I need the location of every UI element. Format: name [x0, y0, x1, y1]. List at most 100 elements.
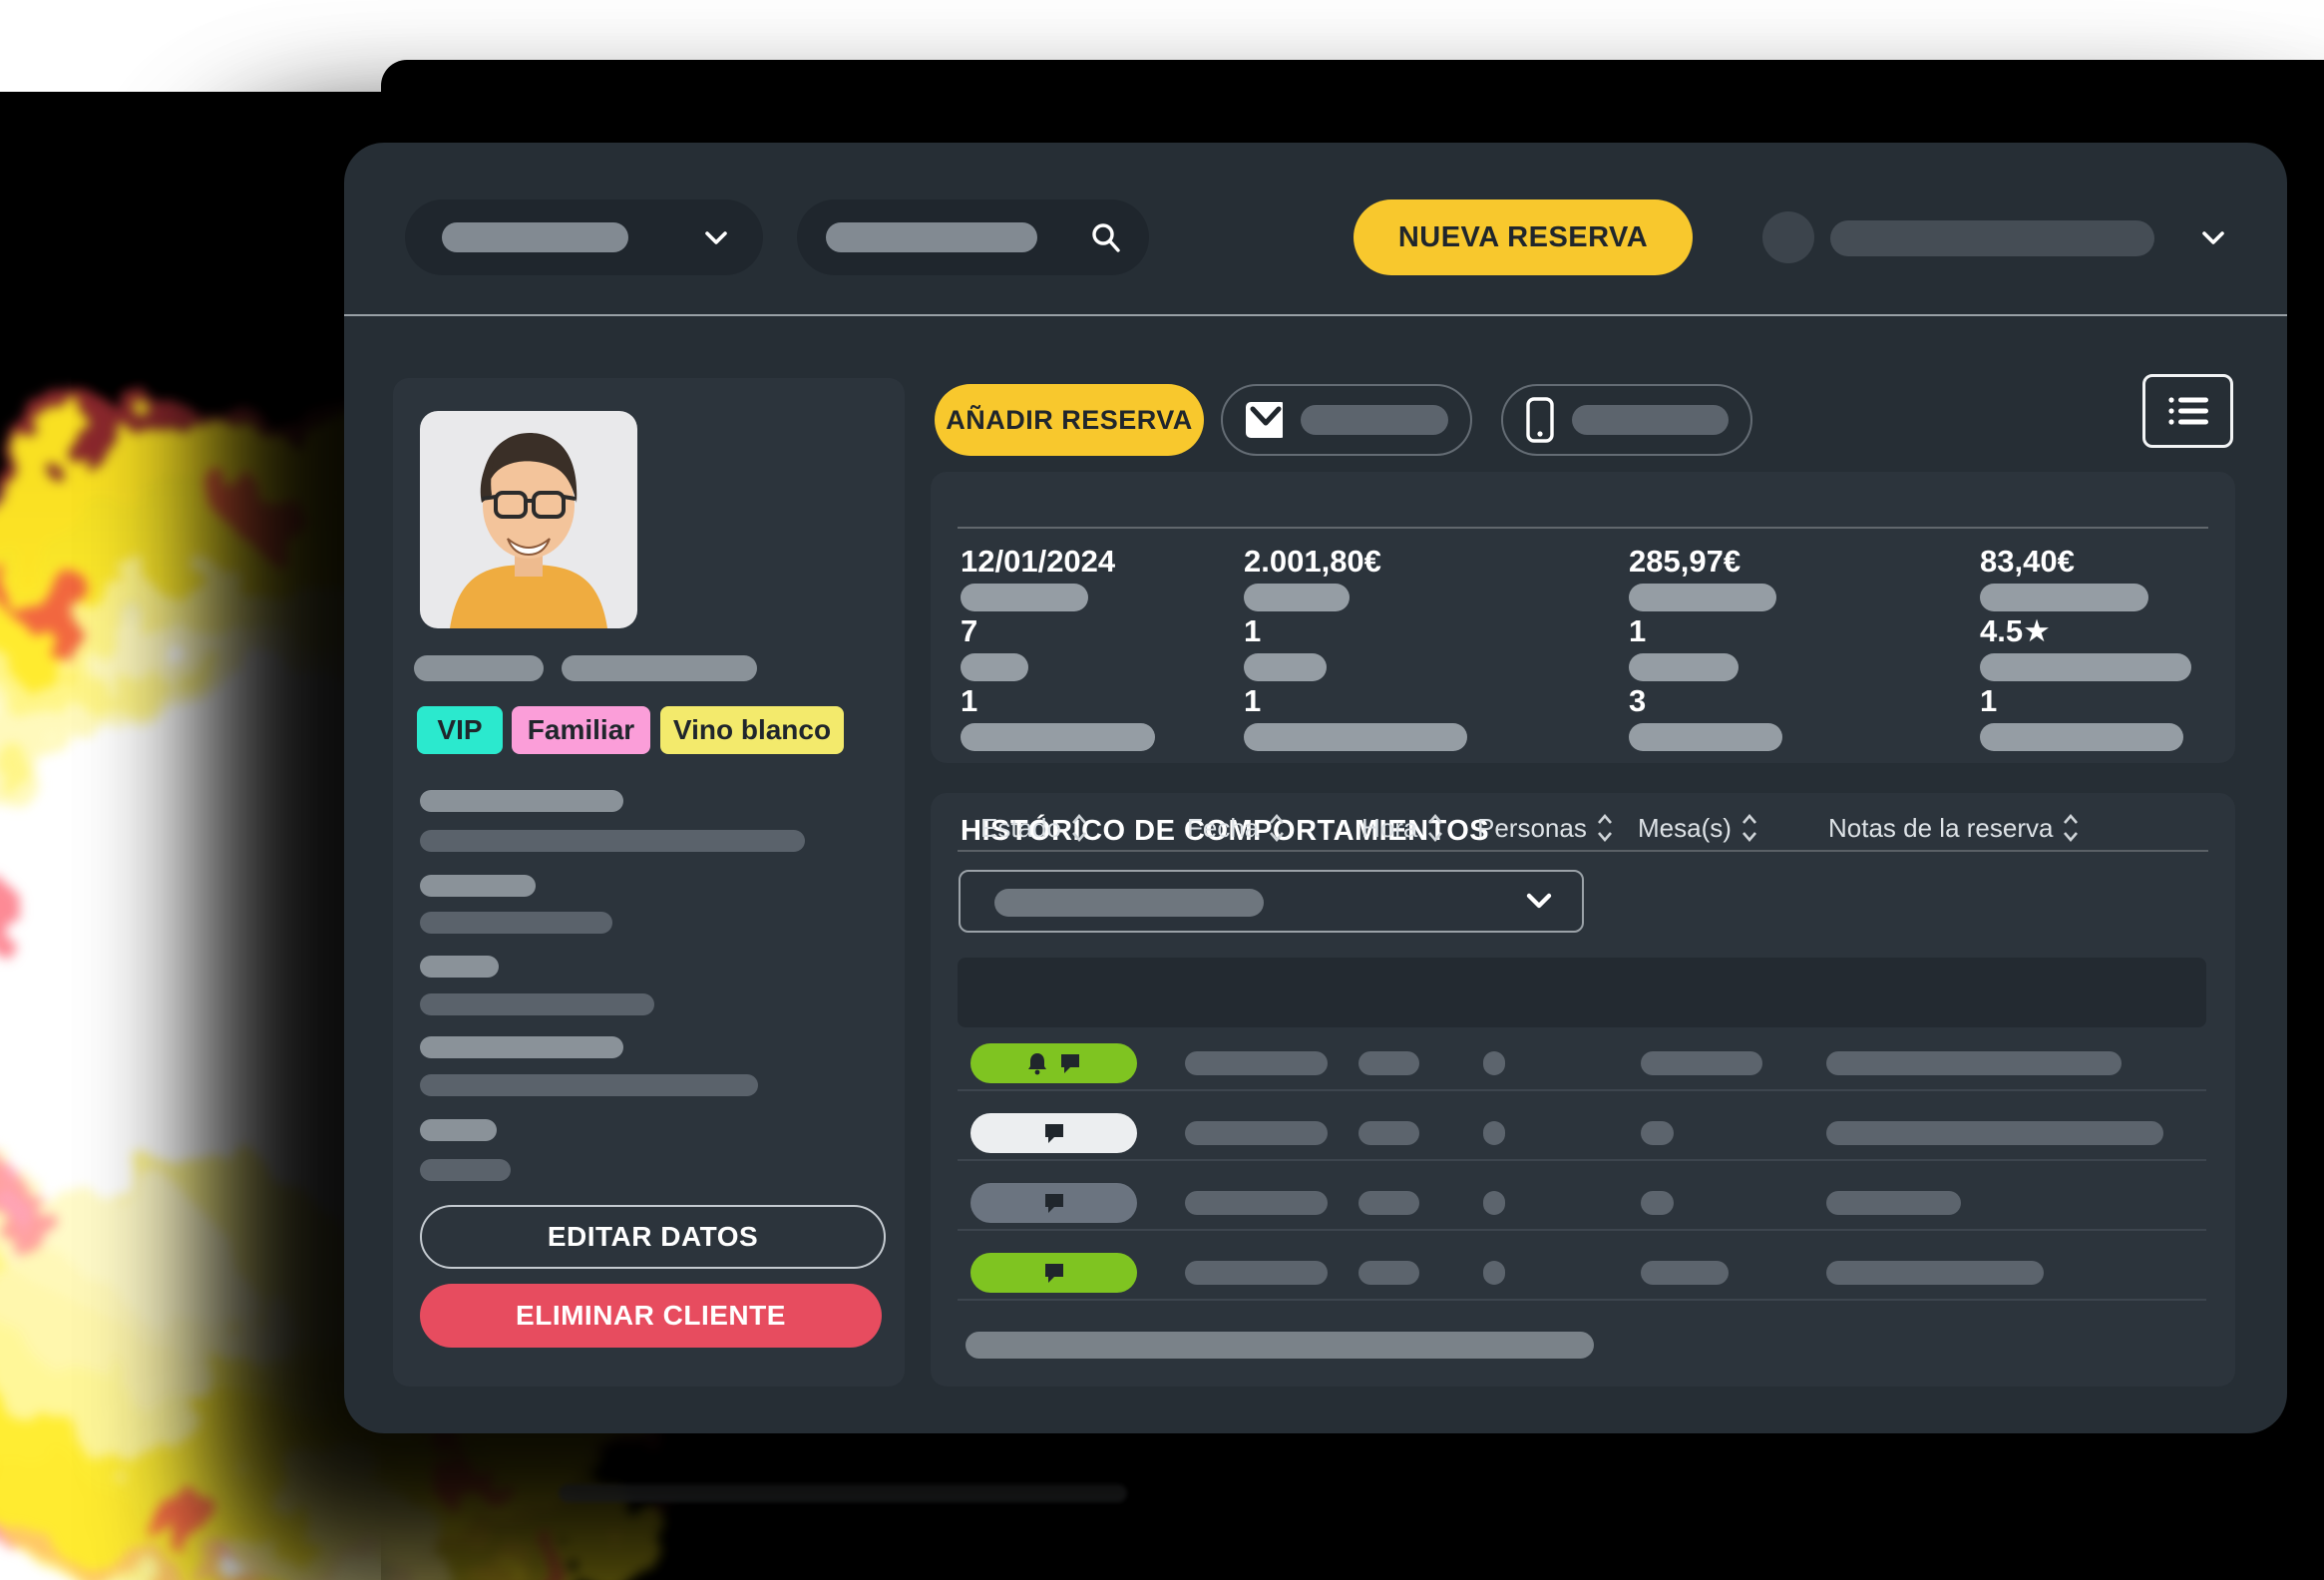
stats-card: 12/01/2024 2.001,80€ 285,97€ 83,40€ 7 1 …: [931, 472, 2235, 763]
bell-icon: [1026, 1051, 1048, 1075]
row-divider: [958, 1229, 2206, 1231]
add-reservation-button[interactable]: AÑADIR RESERVA: [935, 384, 1204, 456]
cell-placeholder: [1641, 1261, 1729, 1285]
cell-placeholder: [1641, 1051, 1762, 1075]
stat-visits: 7: [961, 613, 977, 649]
search-input[interactable]: [797, 199, 1149, 275]
row-divider: [958, 1159, 2206, 1161]
detail-placeholder: [420, 1119, 497, 1141]
status-badge: [970, 1253, 1137, 1293]
name-placeholder: [414, 655, 544, 681]
cell-placeholder: [1826, 1261, 2044, 1285]
history-filter-select[interactable]: [959, 870, 1584, 933]
stat-label-placeholder: [1244, 723, 1467, 751]
col-label: Mesa(s): [1638, 813, 1732, 844]
chat-icon: [1058, 1051, 1082, 1075]
col-header-fecha[interactable]: Fecha: [1187, 793, 1285, 863]
select-placeholder: [994, 889, 1264, 917]
list-icon: [2165, 393, 2211, 429]
chevron-down-icon: [701, 228, 731, 248]
cell-placeholder: [1483, 1051, 1505, 1075]
stat-count-4: 1: [961, 683, 977, 719]
stat-label-placeholder: [1980, 653, 2191, 681]
detail-placeholder: [420, 993, 654, 1015]
search-placeholder: [826, 222, 1037, 252]
sort-icon: [1269, 813, 1285, 843]
envelope-icon: [1245, 400, 1283, 440]
detail-placeholder: [420, 1036, 623, 1058]
stat-count-2: 1: [1244, 613, 1261, 649]
sort-icon: [1742, 813, 1757, 843]
chat-icon: [1042, 1261, 1066, 1285]
detail-placeholder: [420, 790, 623, 812]
detail-placeholder: [420, 912, 612, 934]
detail-placeholder: [420, 956, 499, 978]
phone-placeholder: [1572, 405, 1729, 435]
sort-icon: [1071, 813, 1087, 843]
cell-placeholder: [1185, 1191, 1328, 1215]
sort-icon: [2063, 813, 2079, 843]
stat-label-placeholder: [961, 584, 1088, 611]
col-header-notas[interactable]: Notas de la reserva: [1828, 793, 2079, 863]
stat-label-placeholder: [1980, 723, 2183, 751]
cell-placeholder: [1185, 1261, 1328, 1285]
stats-divider: [958, 527, 2208, 529]
phone-chip[interactable]: [1501, 384, 1752, 456]
cell-placeholder: [1358, 1051, 1419, 1075]
cell-placeholder: [1483, 1121, 1505, 1145]
row-divider: [958, 1089, 2206, 1091]
list-view-button[interactable]: [2142, 374, 2233, 448]
user-name-placeholder: [1830, 220, 2154, 256]
tag-familiar: Familiar: [512, 706, 650, 754]
col-header-hora[interactable]: Hora: [1361, 793, 1443, 863]
cell-placeholder: [1483, 1191, 1505, 1215]
cell-placeholder: [1358, 1191, 1419, 1215]
stat-last-visit: 12/01/2024: [961, 544, 1115, 580]
stat-label-placeholder: [961, 653, 1028, 681]
col-label: Notas de la reserva: [1828, 813, 2053, 844]
chevron-down-icon[interactable]: [2197, 227, 2229, 249]
delete-client-button[interactable]: ELIMINAR CLIENTE: [420, 1284, 882, 1348]
stat-rating: 4.5★: [1980, 613, 2051, 649]
detail-placeholder: [420, 830, 805, 852]
col-label: Hora: [1361, 813, 1417, 844]
edit-data-button[interactable]: EDITAR DATOS: [420, 1205, 886, 1269]
pagination-placeholder: [966, 1332, 1594, 1359]
stat-count-5: 1: [1244, 683, 1261, 719]
behavior-history-card: HISTÓRICO DE COMPORTAMIENTOS Estado Fech…: [931, 793, 2235, 1386]
col-header-estado[interactable]: Estado: [980, 793, 1087, 863]
smartphone-icon: [1525, 397, 1554, 443]
sort-icon: [1597, 813, 1613, 843]
col-label: Estado: [980, 813, 1061, 844]
customer-profile-card: VIP Familiar Vino blanco EDITAR DATOS EL…: [393, 378, 905, 1386]
status-badge: [970, 1043, 1137, 1083]
chat-icon: [1042, 1121, 1066, 1145]
row-divider: [958, 1299, 2206, 1301]
stat-avg-ticket: 83,40€: [1980, 544, 2075, 580]
stat-label-placeholder: [1244, 584, 1350, 611]
stat-count-7: 1: [1980, 683, 1997, 719]
new-reservation-button[interactable]: NUEVA RESERVA: [1354, 199, 1693, 275]
search-icon: [1089, 220, 1123, 254]
cell-placeholder: [1826, 1191, 1961, 1215]
table-header: [958, 958, 2206, 1027]
surname-placeholder: [562, 655, 757, 681]
customer-photo-illustration: [420, 411, 637, 628]
status-badge: [970, 1113, 1137, 1153]
detail-placeholder: [420, 1074, 758, 1096]
col-label: Fecha: [1187, 813, 1259, 844]
detail-placeholder: [420, 875, 536, 897]
chevron-down-icon: [1524, 891, 1554, 913]
col-header-mesas[interactable]: Mesa(s): [1638, 793, 1757, 863]
stat-label-placeholder: [1629, 723, 1782, 751]
email-chip[interactable]: [1221, 384, 1472, 456]
background-bar-behind: [559, 1484, 1127, 1502]
screenshot-stage: NUEVA RESERVA AÑADIR RESERVA: [0, 0, 2324, 1580]
cell-placeholder: [1483, 1261, 1505, 1285]
stat-total-spent: 2.001,80€: [1244, 544, 1381, 580]
user-avatar[interactable]: [1762, 211, 1814, 263]
filter-dropdown[interactable]: [405, 199, 763, 275]
col-header-personas[interactable]: Personas: [1477, 793, 1613, 863]
topbar-divider: [344, 314, 2287, 316]
detail-placeholder: [420, 1159, 511, 1181]
